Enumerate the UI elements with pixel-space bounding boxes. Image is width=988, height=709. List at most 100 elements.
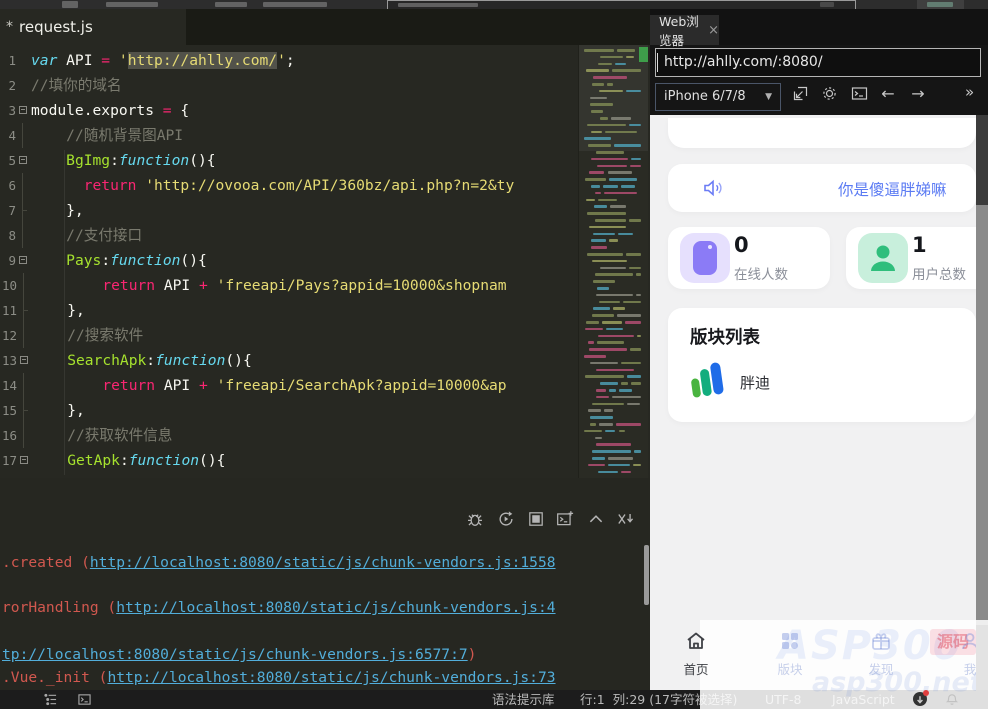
- editor-minimap[interactable]: [578, 45, 648, 478]
- code-line[interactable]: 4 //随机背景图API: [0, 123, 578, 148]
- code-line[interactable]: 12 //搜索软件: [0, 323, 578, 348]
- hbuilderx-window: * request.js 1var API = 'http://ahlly.co…: [0, 0, 988, 709]
- stop-icon[interactable]: [527, 510, 545, 528]
- code-line[interactable]: 16 //获取软件信息: [0, 423, 578, 448]
- fold-guide: [16, 73, 29, 98]
- scrolled-card: [668, 118, 976, 148]
- app-tab-discover[interactable]: 发现: [857, 629, 905, 678]
- home-icon: [684, 629, 708, 653]
- statusbar-icons: [905, 691, 975, 708]
- terminal-icon[interactable]: [851, 85, 869, 103]
- code-line[interactable]: 15 },: [0, 398, 578, 423]
- code-line[interactable]: 7 },: [0, 198, 578, 223]
- browser-tab[interactable]: Web浏览器 ×: [650, 15, 719, 45]
- code-text: return API + 'freeapi/Pays?appid=10000&s…: [32, 273, 507, 298]
- menubar-item[interactable]: [215, 2, 247, 7]
- debug-icon[interactable]: [466, 510, 484, 528]
- code-line[interactable]: 17 GetApk:function(){: [0, 448, 578, 473]
- code-text: },: [32, 398, 85, 423]
- line-number: 14: [0, 373, 17, 398]
- board-list-item[interactable]: 胖迪: [686, 360, 770, 404]
- preview-scrollbar-thumb[interactable]: [976, 205, 988, 625]
- stat-label: 在线人数: [734, 263, 788, 283]
- code-line[interactable]: 2//填你的域名: [0, 73, 578, 98]
- fold-toggle-icon[interactable]: [16, 98, 29, 123]
- minimap-marker: [639, 47, 648, 62]
- stat-card-online[interactable]: 0 在线人数: [668, 227, 830, 289]
- app-tab-label: 发现: [857, 659, 905, 678]
- fold-guide: [16, 123, 29, 148]
- notice-banner[interactable]: 你是傻逼胖娣嘛: [668, 164, 976, 212]
- code-line[interactable]: 9 Pays:function(){: [0, 248, 578, 273]
- code-text: Pays:function(){: [31, 248, 207, 273]
- error-text: .Vue._init (: [2, 669, 107, 686]
- fold-toggle-icon[interactable]: [17, 448, 30, 473]
- code-line[interactable]: 3module.exports = {: [0, 98, 578, 123]
- code-line[interactable]: 6 return 'http://ovooa.com/API/360bz/api…: [0, 173, 578, 198]
- code-line[interactable]: 1var API = 'http://ahlly.com/';: [0, 48, 578, 73]
- stack-trace-link[interactable]: tp://localhost:8080/static/js/chunk-vend…: [2, 646, 468, 663]
- settings-gear-icon[interactable]: [821, 85, 839, 103]
- modified-indicator: *: [6, 19, 13, 35]
- stack-trace-link[interactable]: http://localhost:8080/static/js/chunk-ve…: [90, 554, 556, 571]
- code-text: //随机背景图API: [31, 123, 183, 148]
- code-editor[interactable]: 1var API = 'http://ahlly.com/';2//填你的域名3…: [0, 45, 578, 478]
- phone-preview: 你是傻逼胖娣嘛 0在线人数1用户总数 版块列表 胖迪: [650, 115, 976, 690]
- app-tab-label: 首页: [672, 659, 720, 678]
- discover-icon: [869, 629, 893, 653]
- menubar-icon[interactable]: [62, 1, 78, 8]
- terminal-status-icon[interactable]: [78, 693, 92, 707]
- forward-arrow-icon[interactable]: →: [909, 85, 927, 103]
- code-line[interactable]: 11 },: [0, 298, 578, 323]
- new-terminal-icon[interactable]: [556, 510, 574, 528]
- code-line[interactable]: 10 return API + 'freeapi/Pays?appid=1000…: [0, 273, 578, 298]
- stack-trace-link[interactable]: http://localhost:8080/static/js/chunk-ve…: [116, 599, 555, 616]
- fold-guide: [17, 273, 30, 298]
- stack-trace-link[interactable]: http://localhost:8080/static/js/chunk-ve…: [107, 669, 555, 686]
- phone-icon: [680, 233, 730, 283]
- code-text: module.exports = {: [31, 98, 189, 123]
- menubar-item[interactable]: [106, 2, 158, 7]
- open-in-editor-icon[interactable]: [792, 85, 810, 103]
- code-text: BgImg:function(){: [31, 148, 216, 173]
- tab-label: request.js: [19, 18, 93, 36]
- fold-guide: [17, 373, 30, 398]
- fold-toggle-icon[interactable]: [16, 248, 29, 273]
- console-scrollbar[interactable]: [644, 545, 649, 605]
- clear-icon[interactable]: [616, 510, 634, 528]
- fold-toggle-icon[interactable]: [17, 348, 30, 373]
- code-line[interactable]: 5 BgImg:function(){: [0, 148, 578, 173]
- code-line[interactable]: 13 SearchApk:function(){: [0, 348, 578, 373]
- fold-guide: [17, 398, 30, 423]
- update-download-icon[interactable]: [913, 692, 927, 706]
- app-tab-home[interactable]: 首页: [672, 629, 720, 678]
- device-select[interactable]: iPhone 6/7/8 ▼: [655, 83, 781, 111]
- back-arrow-icon[interactable]: ←: [879, 85, 897, 103]
- board-logo-icon: [686, 360, 726, 404]
- stat-card-users[interactable]: 1用户总数: [846, 227, 976, 289]
- console-panel: .created (http://localhost:8080/static/j…: [0, 478, 650, 690]
- line-number: 4: [0, 123, 16, 148]
- me-icon: [958, 629, 976, 653]
- code-line[interactable]: 8 //支付接口: [0, 223, 578, 248]
- rerun-icon[interactable]: [497, 510, 515, 528]
- line-number: 5: [0, 148, 16, 173]
- console-line: tp://localhost:8080/static/js/chunk-vend…: [2, 644, 476, 666]
- console-line: .Vue._init (http://localhost:8080/static…: [2, 667, 556, 689]
- console-line: .created (http://localhost:8080/static/j…: [2, 552, 556, 574]
- tab-request-js[interactable]: * request.js: [0, 9, 186, 45]
- more-chevrons-icon[interactable]: »: [965, 83, 974, 101]
- fold-toggle-icon[interactable]: [16, 148, 29, 173]
- user-icon: [858, 233, 908, 283]
- app-tab-grid[interactable]: 版块: [766, 629, 814, 678]
- collapse-icon[interactable]: [587, 510, 605, 528]
- code-line[interactable]: 14 return API + 'freeapi/SearchApk?appid…: [0, 373, 578, 398]
- syntax-lib-status[interactable]: 语法提示库: [492, 690, 555, 709]
- close-icon[interactable]: ×: [708, 23, 719, 38]
- stat-value: 0: [734, 233, 749, 257]
- run-button[interactable]: [917, 0, 964, 9]
- app-tab-me[interactable]: 我: [946, 629, 976, 678]
- address-bar-input[interactable]: http://ahlly.com/:8080/: [655, 48, 981, 77]
- outline-list-icon[interactable]: [44, 693, 58, 707]
- bell-icon[interactable]: [945, 692, 959, 706]
